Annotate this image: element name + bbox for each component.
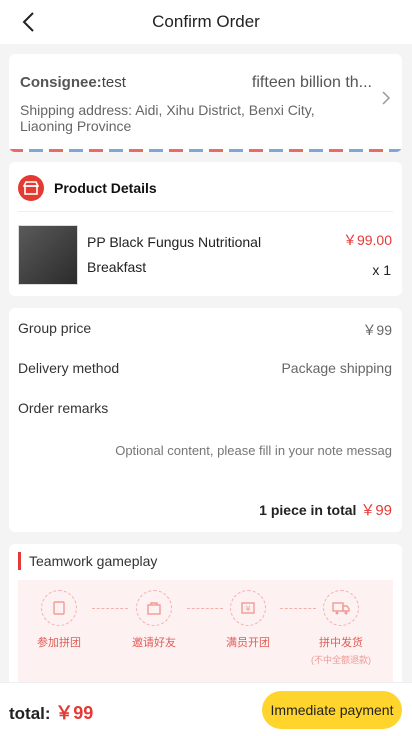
consignee: Consignee:test <box>20 74 126 92</box>
footer-total: total: ￥99 <box>9 699 93 725</box>
group-price-row: Group price ￥99 <box>18 320 392 340</box>
step-label: 邀请好友 <box>132 637 176 649</box>
product-quantity: x 1 <box>372 262 391 278</box>
consignee-label: Consignee: <box>20 74 102 91</box>
step-group-full: ¥ 满员开团 <box>218 590 278 650</box>
piece-total-label: 1 piece in total <box>259 502 357 518</box>
group-full-icon: ¥ <box>230 590 266 626</box>
teamwork-flow: 参加拼团 邀请好友 ¥ 满员开团 拼中发货 (不中全额退款) <box>18 580 393 690</box>
consignee-phone: fifteen billion th... <box>251 74 372 91</box>
group-price-value: ￥99 <box>362 322 392 338</box>
svg-text:¥: ¥ <box>245 605 250 614</box>
remarks-label: Order remarks <box>18 400 109 416</box>
product-image <box>18 225 78 285</box>
piece-total-amount: ￥99 <box>360 502 392 519</box>
consignee-name: test <box>101 74 126 91</box>
piece-total: 1 piece in total ￥99 <box>259 499 392 520</box>
shipping-truck-icon <box>323 590 359 626</box>
back-arrow-icon[interactable] <box>18 10 42 34</box>
step-sublabel: (不中全额退款) <box>311 655 371 665</box>
footer-total-label: total: <box>9 704 51 723</box>
flow-arrow <box>92 608 128 609</box>
delivery-value: Package shipping <box>281 360 392 376</box>
invite-friends-icon <box>136 590 172 626</box>
step-label: 拼中发货 <box>319 637 363 649</box>
footer-total-amount: ￥99 <box>55 703 94 723</box>
step-shipping: 拼中发货 (不中全额退款) <box>311 590 371 666</box>
step-label: 参加拼团 <box>37 637 81 649</box>
product-card: Product Details PP Black Fungus Nutritio… <box>9 162 402 296</box>
immediate-payment-button[interactable]: Immediate payment <box>262 691 402 729</box>
product-header: Product Details <box>18 174 393 212</box>
product-section-title: Product Details <box>54 179 157 196</box>
delivery-label: Delivery method <box>18 360 120 376</box>
group-price-label: Group price <box>18 320 92 336</box>
step-label: 满员开团 <box>226 637 270 649</box>
page-title: Confirm Order <box>152 12 260 31</box>
remarks-input[interactable] <box>29 440 392 460</box>
header-bar: Confirm Order <box>0 0 412 44</box>
delivery-row: Delivery method Package shipping <box>18 360 392 376</box>
footer-bar: total: ￥99 Immediate payment <box>0 682 412 736</box>
step-join-group: 参加拼团 <box>29 590 89 650</box>
join-group-icon <box>41 590 77 626</box>
product-name: PP Black Fungus Nutritional Breakfast <box>87 234 262 275</box>
address-card[interactable]: Consignee:test fifteen billion th... Shi… <box>9 54 402 152</box>
chevron-right-icon <box>382 91 391 105</box>
remarks-row: Order remarks <box>18 400 392 416</box>
order-details-card: Group price ￥99 Delivery method Package … <box>9 308 402 532</box>
teamwork-title: Teamwork gameplay <box>18 552 157 570</box>
shipping-address: Shipping address: Aidi, Xihu District, B… <box>20 102 315 134</box>
step-invite-friends: 邀请好友 <box>124 590 184 650</box>
envelope-stripe <box>9 149 402 152</box>
shop-icon <box>18 174 44 201</box>
product-price: ￥99.00 <box>342 232 392 248</box>
teamwork-card: Teamwork gameplay 参加拼团 邀请好友 ¥ 满员开团 拼中发货 … <box>9 544 402 694</box>
